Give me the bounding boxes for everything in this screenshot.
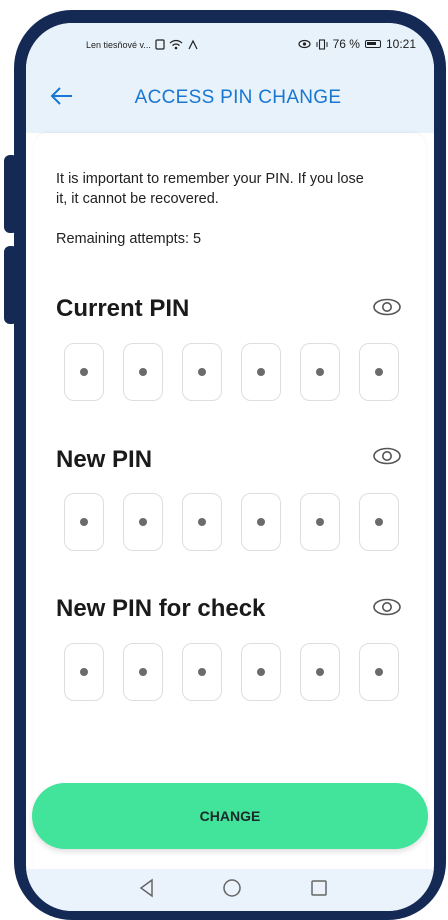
pin-dot: [80, 518, 88, 526]
pin-digit-box[interactable]: [300, 643, 340, 701]
square-recent-icon[interactable]: [308, 877, 330, 899]
vibrate-icon: [316, 38, 328, 50]
status-bar: Len tiesňové v... 76 % 10:21: [26, 37, 434, 57]
volume-button: [4, 155, 18, 233]
page-title: ACCESS PIN CHANGE: [134, 87, 342, 108]
sim-icon: [155, 39, 165, 50]
pin-digit-box[interactable]: [182, 643, 222, 701]
status-right: 76 % 10:21: [298, 37, 416, 51]
pin-dot: [80, 368, 88, 376]
pin-dot: [257, 368, 265, 376]
pin-dot: [139, 668, 147, 676]
pin-digit-box[interactable]: [182, 343, 222, 401]
pin-dot: [375, 368, 383, 376]
pin-digit-box[interactable]: [182, 493, 222, 551]
current-pin-input[interactable]: [56, 343, 402, 401]
triangle-back-icon[interactable]: [136, 877, 158, 899]
pin-digit-box[interactable]: [123, 493, 163, 551]
pin-digit-box[interactable]: [359, 493, 399, 551]
new-pin-title: New PIN: [56, 446, 153, 473]
pin-dot: [257, 518, 265, 526]
status-left: Len tiesňové v...: [86, 39, 199, 50]
pin-digit-box[interactable]: [300, 343, 340, 401]
pin-dot: [198, 668, 206, 676]
pin-dot: [316, 368, 324, 376]
wifi-icon: [169, 39, 183, 50]
change-button[interactable]: CHANGE: [32, 783, 428, 849]
current-pin-title: Current PIN: [56, 295, 190, 322]
new-pin-check-title: New PIN for check: [56, 595, 266, 622]
top-area: Len tiesňové v... 76 % 10:21 ACCESS PIN …: [26, 23, 434, 133]
phone-screen: Len tiesňové v... 76 % 10:21 ACCESS PIN …: [26, 23, 434, 911]
eye-icon[interactable]: [372, 296, 402, 318]
system-nav-bar: [26, 869, 434, 911]
pin-dot: [375, 518, 383, 526]
pin-digit-box[interactable]: [64, 643, 104, 701]
pin-dot: [316, 518, 324, 526]
pin-dot: [139, 368, 147, 376]
pin-digit-box[interactable]: [123, 643, 163, 701]
new-pin-input[interactable]: [56, 493, 402, 551]
signal-icon: [188, 39, 198, 50]
pin-dot: [316, 668, 324, 676]
pin-dot: [375, 668, 383, 676]
pin-digit-box[interactable]: [64, 493, 104, 551]
pin-dot: [80, 668, 88, 676]
battery-icon: [364, 40, 381, 48]
clock: 10:21: [385, 37, 416, 51]
battery-percent: 76 %: [332, 37, 360, 51]
pin-digit-box[interactable]: [123, 343, 163, 401]
pin-digit-box[interactable]: [241, 493, 281, 551]
power-button: [4, 246, 18, 324]
pin-dot: [257, 668, 265, 676]
eye-icon[interactable]: [372, 596, 402, 618]
eye-icon[interactable]: [372, 445, 402, 467]
pin-digit-box[interactable]: [241, 643, 281, 701]
pin-dot: [198, 518, 206, 526]
pin-digit-box[interactable]: [241, 343, 281, 401]
carrier-text: Len tiesňové v...: [86, 39, 151, 50]
app-bar: ACCESS PIN CHANGE: [26, 83, 434, 115]
pin-dot: [198, 368, 206, 376]
info-text: It is important to remember your PIN. If…: [56, 171, 364, 207]
pin-digit-box[interactable]: [359, 343, 399, 401]
circle-home-icon[interactable]: [221, 877, 243, 899]
eye-status-icon: [298, 39, 311, 49]
pin-dot: [139, 518, 147, 526]
remaining-attempts: Remaining attempts: 5: [56, 231, 202, 247]
pin-digit-box[interactable]: [64, 343, 104, 401]
pin-digit-box[interactable]: [359, 643, 399, 701]
pin-digit-box[interactable]: [300, 493, 340, 551]
new-pin-check-input[interactable]: [56, 643, 402, 701]
